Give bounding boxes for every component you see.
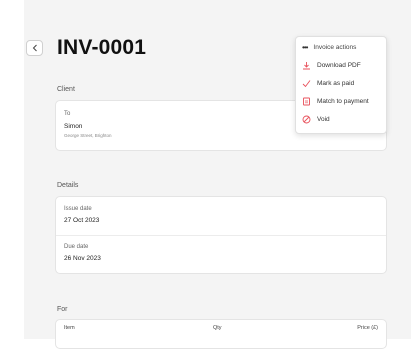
due-date-label: Due date bbox=[64, 244, 89, 250]
menu-item-void[interactable]: Void bbox=[302, 115, 330, 124]
check-icon bbox=[302, 80, 311, 88]
client-section-label: Client bbox=[57, 86, 75, 93]
invoice-actions-menu: ••• Invoice actions Download PDF Mark as… bbox=[295, 36, 387, 134]
more-icon: ••• bbox=[302, 42, 308, 52]
column-header-price: Price (£) bbox=[357, 325, 378, 331]
download-icon bbox=[303, 62, 310, 70]
back-button[interactable] bbox=[26, 40, 43, 56]
menu-header-label: Invoice actions bbox=[313, 44, 357, 51]
details-divider bbox=[56, 235, 386, 236]
client-address: George Street, Brighton bbox=[64, 133, 112, 138]
column-header-qty: Qty bbox=[213, 325, 222, 331]
chevron-left-icon bbox=[32, 44, 37, 52]
items-table: Item Qty Price (£) bbox=[55, 319, 387, 349]
issue-date-label: Issue date bbox=[64, 206, 92, 212]
menu-item-label: Void bbox=[317, 116, 330, 123]
details-section-label: Details bbox=[57, 182, 79, 189]
to-label: To bbox=[64, 111, 71, 117]
column-header-item: Item bbox=[64, 325, 75, 331]
menu-header[interactable]: ••• Invoice actions bbox=[302, 42, 357, 52]
menu-item-download-pdf[interactable]: Download PDF bbox=[302, 61, 361, 70]
menu-item-label: Mark as paid bbox=[317, 80, 355, 87]
for-section-label: For bbox=[57, 306, 68, 313]
void-icon bbox=[302, 115, 311, 124]
menu-item-mark-as-paid[interactable]: Mark as paid bbox=[302, 79, 354, 88]
menu-item-label: Download PDF bbox=[317, 62, 361, 69]
menu-item-match-to-payment[interactable]: Match to payment bbox=[302, 97, 369, 106]
issue-date-value: 27 Oct 2023 bbox=[64, 217, 100, 224]
client-name: Simon bbox=[64, 123, 83, 130]
details-card: Issue date 27 Oct 2023 Due date 26 Nov 2… bbox=[55, 196, 387, 274]
menu-item-label: Match to payment bbox=[317, 98, 369, 105]
match-payment-icon bbox=[303, 97, 310, 106]
page-title: INV-0001 bbox=[57, 36, 147, 59]
due-date-value: 26 Nov 2023 bbox=[64, 255, 101, 262]
